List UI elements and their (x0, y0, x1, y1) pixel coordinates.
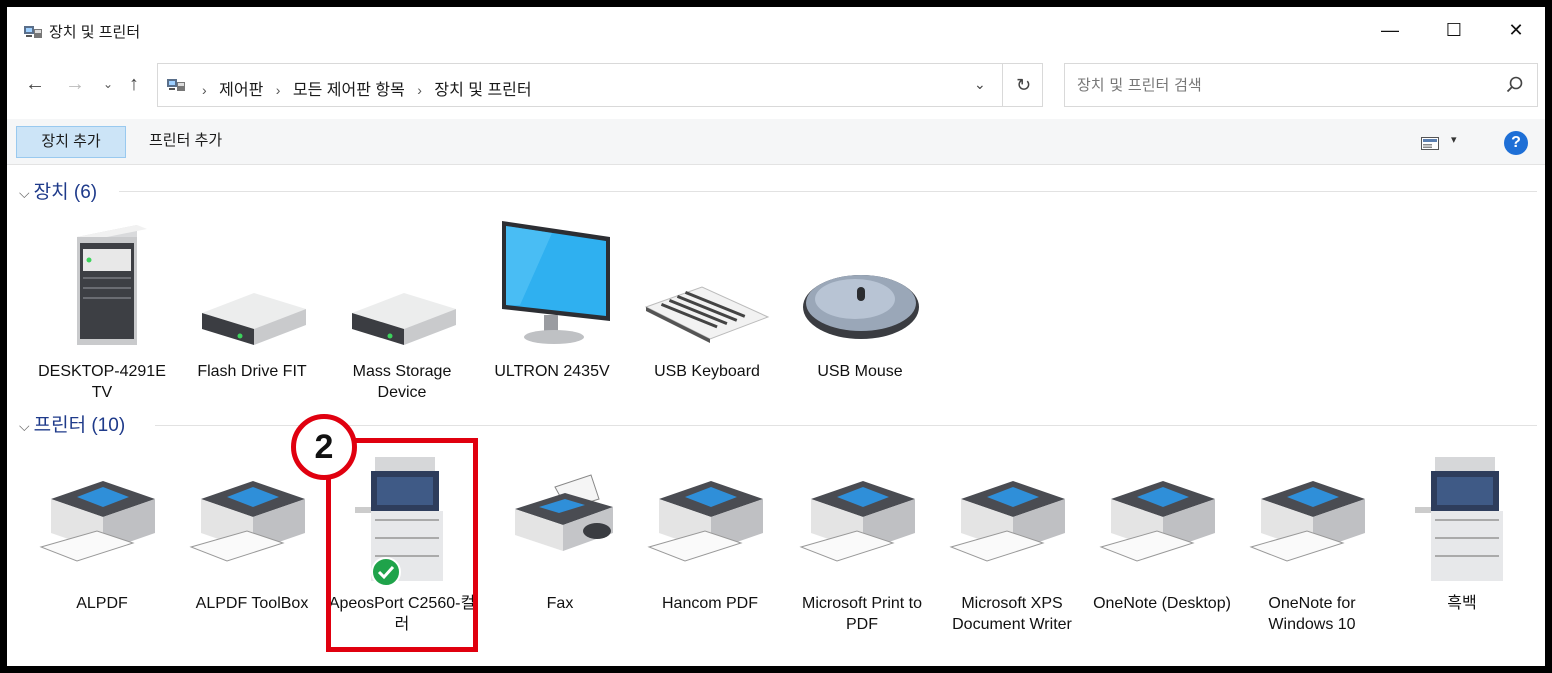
forward-button[interactable]: → (65, 73, 85, 96)
device-keyboard[interactable]: USB Keyboard (632, 217, 782, 407)
device-desktop[interactable]: DESKTOP-4291E TV (27, 217, 177, 407)
breadcrumb-item-all-control-panel-items[interactable]: 모든 제어판 항목 (293, 82, 405, 99)
group-divider (119, 191, 1537, 192)
device-label: Mass Storage Device (352, 363, 452, 401)
collapse-chevron-icon[interactable]: ⌵ (19, 418, 30, 434)
address-bar[interactable]: › 제어판 › 모든 제어판 항목 › 장치 및 프린터 ⌄ ↻ (157, 63, 1043, 107)
printer-icon (949, 481, 1065, 562)
printer-icon (39, 481, 155, 562)
search-box[interactable] (1064, 63, 1538, 107)
step-number-badge: 2 (291, 414, 357, 480)
device-flash-drive[interactable]: Flash Drive FIT (177, 217, 327, 407)
search-input[interactable] (1065, 64, 1495, 106)
printer-label: OneNote for Windows 10 (1268, 595, 1356, 633)
change-view-icon[interactable] (1421, 137, 1439, 150)
printers-group-label: 프린터 (33, 415, 87, 436)
printer-onenote-windows10[interactable]: OneNote for Windows 10 (1237, 447, 1387, 666)
printer-microsoft-xps[interactable]: Microsoft XPS Document Writer (937, 447, 1087, 666)
external-drive-icon (352, 293, 456, 345)
device-label: ULTRON 2435V (494, 363, 610, 380)
printer-label: Microsoft Print to PDF (801, 595, 923, 633)
breadcrumb-separator: › (417, 82, 422, 98)
mouse-icon (803, 275, 919, 339)
command-bar: 장치 추가 프린터 추가 ▾ ? (7, 119, 1545, 165)
printer-onenote-desktop[interactable]: OneNote (Desktop) (1087, 447, 1237, 666)
search-icon[interactable] (1505, 75, 1525, 95)
fax-icon (515, 474, 613, 551)
help-icon[interactable]: ? (1504, 131, 1528, 155)
printer-icon (1099, 481, 1215, 562)
copier-icon (1415, 457, 1503, 581)
collapse-chevron-icon[interactable]: ⌵ (19, 185, 30, 201)
device-mass-storage[interactable]: Mass Storage Device (327, 217, 477, 407)
printer-hancom-pdf[interactable]: Hancom PDF (635, 447, 785, 666)
refresh-button[interactable]: ↻ (1002, 64, 1044, 106)
printer-label: ALPDF ToolBox (195, 595, 309, 612)
group-divider (155, 425, 1537, 426)
add-printer-button[interactable]: 프린터 추가 (137, 126, 234, 158)
breadcrumb: › 제어판 › 모든 제어판 항목 › 장치 및 프린터 (194, 76, 532, 100)
keyboard-icon (644, 286, 770, 343)
devices-printers-icon (24, 26, 42, 38)
printer-monochrome[interactable]: 흑백 (1387, 447, 1537, 666)
breadcrumb-separator: › (275, 82, 281, 98)
printer-label: 흑백 (1447, 595, 1477, 612)
add-device-button[interactable]: 장치 추가 (16, 126, 126, 158)
printer-label: Fax (546, 595, 574, 612)
monitor-icon (502, 221, 610, 344)
printer-icon (1249, 481, 1365, 562)
printer-microsoft-print-to-pdf[interactable]: Microsoft Print to PDF (787, 447, 937, 666)
printer-label: Hancom PDF (661, 595, 759, 612)
device-label: Flash Drive FIT (197, 363, 307, 380)
devices-group-count: (6) (73, 182, 98, 203)
printer-alpdf[interactable]: ALPDF (27, 447, 177, 666)
window-title: 장치 및 프린터 (49, 24, 141, 41)
device-monitor[interactable]: ULTRON 2435V (477, 217, 627, 407)
printer-label: OneNote (Desktop) (1093, 595, 1231, 612)
breadcrumb-item-control-panel[interactable]: 제어판 (219, 82, 263, 99)
back-button[interactable]: ← (25, 73, 45, 96)
recent-locations-button[interactable]: ⌄ (103, 77, 113, 91)
devices-group-label: 장치 (33, 182, 69, 203)
printers-group-header[interactable]: ⌵ 프린터 (10) (19, 410, 126, 436)
up-button[interactable]: ↑ (129, 73, 139, 96)
breadcrumb-separator: › (202, 82, 207, 98)
printer-label: Microsoft XPS Document Writer (952, 595, 1072, 633)
printers-group-count: (10) (91, 415, 126, 436)
devices-and-printers-window: 장치 및 프린터 — ☐ ✕ ← → ⌄ ↑ › 제어판 › 모든 제어판 항목… (0, 0, 1552, 673)
printer-icon (799, 481, 915, 562)
desktop-tower-icon (77, 225, 147, 345)
printer-alpdf-toolbox[interactable]: ALPDF ToolBox (177, 447, 327, 666)
title-bar: 장치 및 프린터 — ☐ ✕ (7, 7, 1545, 51)
highlight-box (326, 438, 478, 652)
printer-fax[interactable]: Fax (485, 447, 635, 666)
address-dropdown-button[interactable]: ⌄ (974, 76, 986, 93)
device-mouse[interactable]: USB Mouse (785, 217, 935, 407)
device-label: USB Keyboard (654, 363, 760, 380)
external-drive-icon (202, 293, 306, 345)
device-label: DESKTOP-4291E TV (38, 363, 166, 401)
minimize-button[interactable]: — (1367, 15, 1413, 45)
devices-group-header[interactable]: ⌵ 장치 (6) (19, 177, 98, 203)
maximize-button[interactable]: ☐ (1431, 15, 1477, 45)
printer-label: ALPDF (76, 595, 128, 612)
breadcrumb-item-devices-and-printers[interactable]: 장치 및 프린터 (434, 82, 531, 99)
printer-icon (647, 481, 763, 562)
device-label: USB Mouse (817, 363, 903, 380)
view-options-dropdown[interactable]: ▾ (1451, 133, 1457, 146)
close-button[interactable]: ✕ (1493, 15, 1539, 45)
devices-printers-icon (167, 79, 185, 91)
